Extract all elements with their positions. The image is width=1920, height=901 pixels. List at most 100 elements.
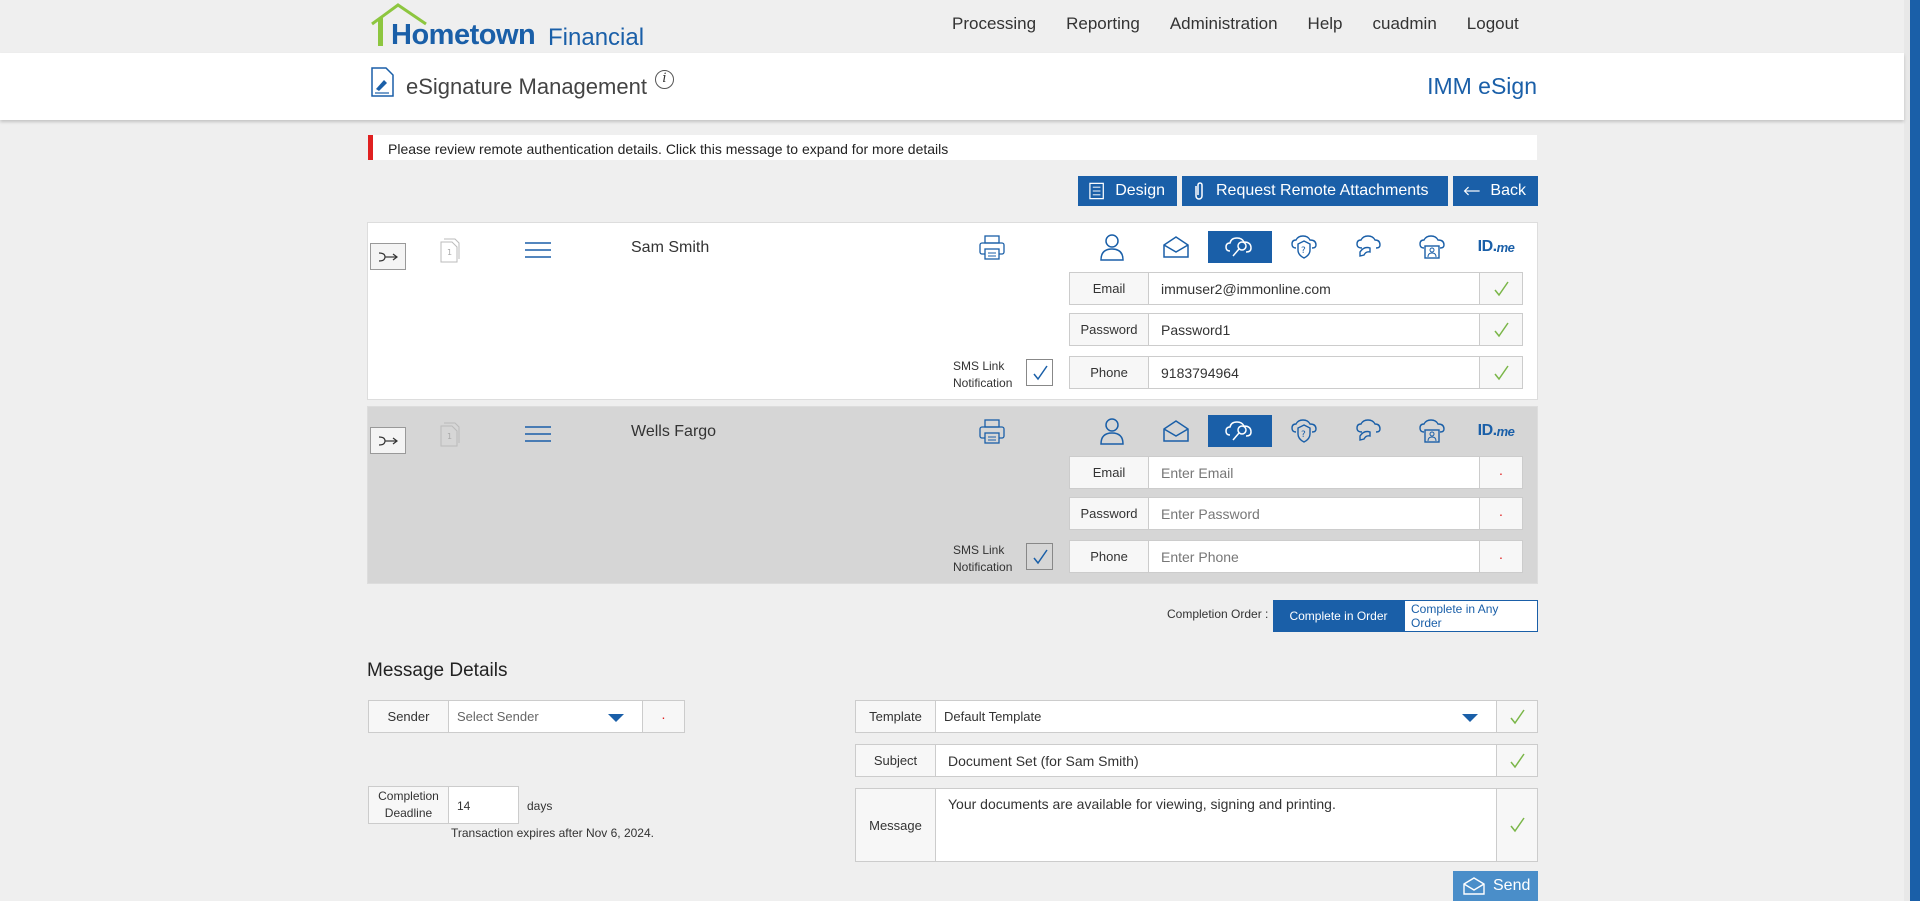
phone-field[interactable]: Enter Phone <box>1149 540 1480 573</box>
subject-input[interactable]: Document Set (for Sam Smith) <box>936 744 1497 777</box>
request-label: Request Remote Attachments <box>1216 182 1429 199</box>
design-button[interactable]: Design <box>1078 176 1177 206</box>
completion-order-toggle: Complete in Order Complete in Any Order <box>1273 600 1538 632</box>
email-label: Email <box>1069 272 1149 305</box>
menu-administration[interactable]: Administration <box>1170 14 1278 34</box>
route-button[interactable] <box>370 427 406 454</box>
phone-field[interactable]: 9183794964 <box>1149 356 1480 389</box>
check-icon <box>1497 788 1538 862</box>
list-icon <box>1089 182 1104 200</box>
template-label: Template <box>855 700 936 733</box>
password-label: Password <box>1069 313 1149 346</box>
auth-methods: ? ID. me <box>1080 231 1528 263</box>
page-count-icon[interactable]: 1 <box>438 238 460 264</box>
design-label: Design <box>1115 182 1165 199</box>
auth-alert-message[interactable]: Please review remote authentication deta… <box>368 135 1537 160</box>
password-field[interactable]: Password1 <box>1149 313 1480 346</box>
check-icon <box>1497 744 1538 777</box>
template-select[interactable]: Default Template <box>936 700 1497 733</box>
email-field[interactable]: immuser2@immonline.com <box>1149 272 1480 305</box>
sender-select[interactable]: Select Sender <box>449 700 643 733</box>
email-row: Email immuser2@immonline.com <box>1069 272 1523 305</box>
check-icon <box>1497 700 1538 733</box>
phone-auth-icon[interactable] <box>1336 415 1400 447</box>
sender-row: Sender Select Sender · <box>368 700 685 733</box>
page-count-icon[interactable]: 1 <box>438 422 460 448</box>
password-auth-icon[interactable] <box>1208 231 1272 263</box>
security-question-icon[interactable]: ? <box>1272 415 1336 447</box>
scrollbar[interactable] <box>1904 0 1920 901</box>
phone-row: Phone 9183794964 <box>1069 356 1523 389</box>
scrollbar-thumb[interactable] <box>1910 0 1920 901</box>
idme-auth-icon[interactable]: ID. me <box>1464 231 1528 263</box>
menu-icon[interactable] <box>525 425 551 443</box>
signer-panel: 1 Wells Fargo ? ID. me Email Enter Email … <box>367 406 1538 584</box>
id-card-auth-icon[interactable] <box>1400 415 1464 447</box>
route-button[interactable] <box>370 243 406 270</box>
phone-label: Phone <box>1069 356 1149 389</box>
security-question-icon[interactable]: ? <box>1272 231 1336 263</box>
check-icon <box>1480 272 1523 305</box>
deadline-row: Completion Deadline 14 <box>368 786 519 824</box>
message-row: Message Your documents are available for… <box>855 788 1538 862</box>
menu-icon[interactable] <box>525 241 551 259</box>
idme-auth-icon[interactable]: ID. me <box>1464 415 1528 447</box>
main-menu: Processing Reporting Administration Help… <box>952 14 1549 34</box>
required-indicator: · <box>1480 497 1523 530</box>
send-button[interactable]: Send <box>1453 871 1538 901</box>
arrow-left-icon <box>1463 186 1480 196</box>
message-label: Message <box>855 788 936 862</box>
email-auth-icon[interactable] <box>1144 415 1208 447</box>
signer-name: Sam Smith <box>631 239 710 256</box>
user-auth-icon[interactable] <box>1080 231 1144 263</box>
id-card-auth-icon[interactable] <box>1400 231 1464 263</box>
menu-logout[interactable]: Logout <box>1467 14 1519 34</box>
phone-label: Phone <box>1069 540 1149 573</box>
top-navigation: Hometown Financial Processing Reporting … <box>0 0 1904 53</box>
deadline-days-input[interactable]: 14 <box>449 786 519 824</box>
password-row: Password Enter Password · <box>1069 497 1523 530</box>
route-arrow-icon <box>378 251 398 262</box>
complete-in-order-button[interactable]: Complete in Order <box>1273 600 1404 632</box>
back-button[interactable]: Back <box>1453 176 1538 206</box>
document-sign-icon <box>371 67 394 97</box>
sms-notification-label: SMS Link Notification <box>953 543 1013 574</box>
password-auth-icon[interactable] <box>1208 415 1272 447</box>
phone-auth-icon[interactable] <box>1336 231 1400 263</box>
message-details-title: Message Details <box>367 660 508 681</box>
password-row: Password Password1 <box>1069 313 1523 346</box>
template-row: Template Default Template <box>855 700 1538 733</box>
message-textarea[interactable]: Your documents are available for viewing… <box>936 788 1497 862</box>
menu-reporting[interactable]: Reporting <box>1066 14 1140 34</box>
required-indicator: · <box>1480 540 1523 573</box>
complete-any-order-button[interactable]: Complete in Any Order <box>1404 600 1538 632</box>
request-attachments-button[interactable]: Request Remote Attachments <box>1182 176 1448 206</box>
svg-text:1: 1 <box>447 248 452 257</box>
auth-methods: ? ID. me <box>1080 415 1528 447</box>
sms-notification-checkbox[interactable] <box>1026 543 1053 570</box>
menu-user[interactable]: cuadmin <box>1373 14 1437 34</box>
email-field[interactable]: Enter Email <box>1149 456 1480 489</box>
password-field[interactable]: Enter Password <box>1149 497 1480 530</box>
brand-sub: Financial <box>548 24 645 51</box>
printer-icon[interactable] <box>978 419 1006 445</box>
brand-logo[interactable]: Hometown Financial <box>370 2 650 51</box>
required-indicator: · <box>1480 456 1523 489</box>
expiration-note: Transaction expires after Nov 6, 2024. <box>451 826 654 840</box>
svg-text:1: 1 <box>447 432 452 441</box>
printer-icon[interactable] <box>978 235 1006 261</box>
info-icon[interactable]: i <box>655 70 674 89</box>
signer-name: Wells Fargo <box>631 423 717 440</box>
svg-text:?: ? <box>1301 246 1306 256</box>
completion-order-label: Completion Order : <box>1167 607 1269 621</box>
send-mail-icon <box>1463 877 1485 895</box>
subject-row: Subject Document Set (for Sam Smith) <box>855 744 1538 777</box>
user-auth-icon[interactable] <box>1080 415 1144 447</box>
menu-processing[interactable]: Processing <box>952 14 1036 34</box>
menu-help[interactable]: Help <box>1308 14 1343 34</box>
password-label: Password <box>1069 497 1149 530</box>
sms-notification-checkbox[interactable] <box>1026 359 1053 386</box>
email-auth-icon[interactable] <box>1144 231 1208 263</box>
paperclip-icon <box>1195 182 1203 200</box>
sender-label: Sender <box>368 700 449 733</box>
